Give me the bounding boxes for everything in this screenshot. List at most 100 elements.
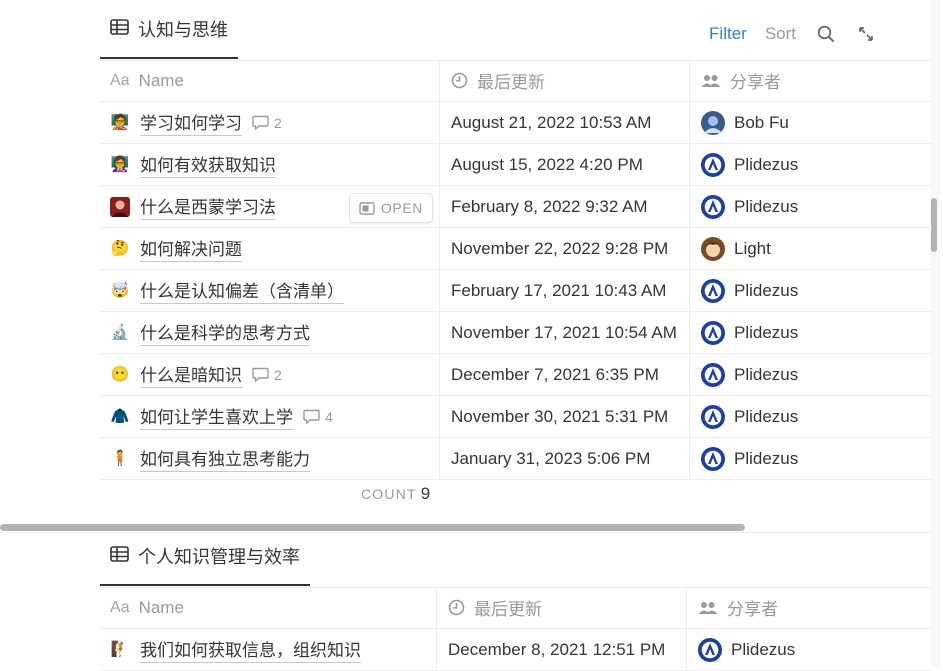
column-header-label: 最后更新 <box>474 600 542 619</box>
cell-shared-by[interactable]: Plidezus <box>690 270 932 311</box>
column-header-label: 分享者 <box>730 73 781 92</box>
expand-icon[interactable] <box>856 24 876 44</box>
cell-name[interactable]: 🤔 如何解决问题 <box>100 228 440 269</box>
cell-name[interactable]: 😶 什么是暗知识 2 <box>100 354 440 395</box>
table-row[interactable]: 🧗 我们如何获取信息，组织知识 December 8, 2021 12:51 PM P… <box>100 629 932 671</box>
open-page-button[interactable]: OPEN <box>348 193 433 223</box>
cell-last-updated[interactable]: August 21, 2022 10:53 AM <box>440 102 690 143</box>
page-title[interactable]: 如何解决问题 <box>140 235 242 262</box>
last-updated-value: November 17, 2021 10:54 AM <box>451 322 677 342</box>
cell-shared-by[interactable]: Light <box>690 228 932 269</box>
cell-shared-by[interactable]: Plidezus <box>690 144 932 185</box>
cell-last-updated[interactable]: February 17, 2021 10:43 AM <box>440 270 690 311</box>
view-toolbar: Filter Sort <box>709 24 876 44</box>
cell-name[interactable]: 🧥 如何让学生喜欢上学 4 <box>100 396 440 437</box>
cell-last-updated[interactable]: December 8, 2021 12:51 PM <box>437 629 687 670</box>
table-row[interactable]: 什么是西蒙学习法 OPEN February 8, 2022 9:32 AM Plid… <box>100 186 932 228</box>
cell-name[interactable]: 什么是西蒙学习法 OPEN <box>100 186 440 227</box>
plidezus-avatar <box>698 637 722 662</box>
plidezus-avatar <box>701 446 725 471</box>
column-header-name[interactable]: Aa Name <box>100 60 440 101</box>
search-icon[interactable] <box>816 24 836 44</box>
light-avatar <box>701 236 725 261</box>
view-tab-cognition[interactable]: 认知与思维 <box>100 16 238 59</box>
column-header-updated[interactable]: 最后更新 <box>437 587 687 628</box>
cell-shared-by[interactable]: Plidezus <box>687 629 932 670</box>
sort-button[interactable]: Sort <box>765 24 796 44</box>
cell-last-updated[interactable]: January 31, 2023 5:06 PM <box>440 438 690 479</box>
page-title[interactable]: 如何具有独立思考能力 <box>140 445 310 472</box>
comment-count-value: 4 <box>325 408 333 425</box>
person-standing-icon: 🧍 <box>110 450 130 467</box>
filter-button[interactable]: Filter <box>709 24 747 44</box>
page-title[interactable]: 什么是科学的思考方式 <box>140 319 310 346</box>
thinking-face-icon: 🤔 <box>110 240 130 257</box>
cell-last-updated[interactable]: August 15, 2022 4:20 PM <box>440 144 690 185</box>
cell-shared-by[interactable]: Plidezus <box>690 186 932 227</box>
user-name: Plidezus <box>734 196 799 216</box>
cell-shared-by[interactable]: Plidezus <box>690 354 932 395</box>
cell-name[interactable]: 🤯 什么是认知偏差（含清单） <box>100 270 440 311</box>
table-header-row: Aa Name 最后更新 分享者 <box>100 587 932 629</box>
page-title[interactable]: 什么是西蒙学习法 <box>140 193 276 220</box>
column-header-updated[interactable]: 最后更新 <box>440 60 690 101</box>
column-header-name[interactable]: Aa Name <box>100 587 437 628</box>
page-title[interactable]: 什么是暗知识 <box>140 361 242 388</box>
view-bar: 认知与思维 Filter Sort <box>100 0 932 61</box>
column-header-label: 分享者 <box>727 600 778 619</box>
cell-last-updated[interactable]: December 7, 2021 6:35 PM <box>440 354 690 395</box>
table-row[interactable]: 🧍 如何具有独立思考能力 January 31, 2023 5:06 PM Plide… <box>100 438 932 480</box>
column-header-label: Name <box>138 597 184 617</box>
cell-name[interactable]: 🧍 如何具有独立思考能力 <box>100 438 440 479</box>
cell-last-updated[interactable]: February 8, 2022 9:32 AM <box>440 186 690 227</box>
user-name: Plidezus <box>734 322 799 342</box>
page-title[interactable]: 我们如何获取信息，组织知识 <box>140 636 361 663</box>
cell-name[interactable]: 👩‍🏫 如何有效获取知识 <box>100 144 440 185</box>
bob-fu-avatar <box>701 110 725 135</box>
last-updated-value: December 8, 2021 12:51 PM <box>448 639 666 659</box>
plidezus-avatar <box>701 152 725 177</box>
cell-last-updated[interactable]: November 22, 2022 9:28 PM <box>440 228 690 269</box>
table-row[interactable]: 🤯 什么是认知偏差（含清单） February 17, 2021 10:43 AM P… <box>100 270 932 312</box>
table-row[interactable]: 🔬 什么是科学的思考方式 November 17, 2021 10:54 AM Pli… <box>100 312 932 354</box>
column-header-shared-by[interactable]: 分享者 <box>687 587 932 628</box>
table-row[interactable]: 🤔 如何解决问题 November 22, 2022 9:28 PM Light <box>100 228 932 270</box>
text-property-icon: Aa <box>110 598 130 616</box>
comment-count[interactable]: 4 <box>303 409 333 425</box>
user-name: Plidezus <box>734 448 799 468</box>
table-row[interactable]: 🧑‍🏫 学习如何学习 2 August 21, 2022 10:53 AM Bob Fu <box>100 102 932 144</box>
table-row[interactable]: 🧥 如何让学生喜欢上学 4 November 30, 2021 5:31 PM Plid… <box>100 396 932 438</box>
table-row[interactable]: 😶 什么是暗知识 2 December 7, 2021 6:35 PM Plidezus <box>100 354 932 396</box>
cell-name[interactable]: 🔬 什么是科学的思考方式 <box>100 312 440 353</box>
comment-count[interactable]: 2 <box>252 115 282 131</box>
cell-shared-by[interactable]: Bob Fu <box>690 102 932 143</box>
page-title[interactable]: 如何让学生喜欢上学 <box>140 403 293 430</box>
last-updated-value: December 7, 2021 6:35 PM <box>451 364 659 384</box>
user-name: Light <box>734 238 771 258</box>
cell-last-updated[interactable]: November 30, 2021 5:31 PM <box>440 396 690 437</box>
column-header-shared-by[interactable]: 分享者 <box>690 60 932 101</box>
page-title[interactable]: 学习如何学习 <box>140 109 242 136</box>
user-name: Plidezus <box>734 154 799 174</box>
last-updated-value: February 8, 2022 9:32 AM <box>451 196 648 216</box>
cell-name[interactable]: 🧑‍🏫 学习如何学习 2 <box>100 102 440 143</box>
database-table: Aa Name 最后更新 分享者 🧗 我们如何获取信息，组织知识 December … <box>100 587 932 671</box>
cell-name[interactable]: 🧗 我们如何获取信息，组织知识 <box>100 629 437 670</box>
view-tab-pkm[interactable]: 个人知识管理与效率 <box>100 543 310 586</box>
cell-shared-by[interactable]: Plidezus <box>690 312 932 353</box>
page-title[interactable]: 什么是认知偏差（含清单） <box>140 277 344 304</box>
cell-shared-by[interactable]: Plidezus <box>690 438 932 479</box>
comment-icon <box>252 367 269 382</box>
person-with-flag-icon: 🧗 <box>110 641 130 658</box>
text-property-icon: Aa <box>110 71 130 89</box>
open-button-label: OPEN <box>380 200 423 216</box>
student-emoji-icon: 🧑‍🏫 <box>110 114 130 131</box>
comment-count-value: 2 <box>274 366 282 383</box>
user-name: Plidezus <box>734 406 799 426</box>
table-row[interactable]: 👩‍🏫 如何有效获取知识 August 15, 2022 4:20 PM Plidez… <box>100 144 932 186</box>
comment-count[interactable]: 2 <box>252 367 282 383</box>
page-title[interactable]: 如何有效获取知识 <box>140 151 276 178</box>
cell-last-updated[interactable]: November 17, 2021 10:54 AM <box>440 312 690 353</box>
cell-shared-by[interactable]: Plidezus <box>690 396 932 437</box>
plidezus-avatar <box>701 278 725 303</box>
